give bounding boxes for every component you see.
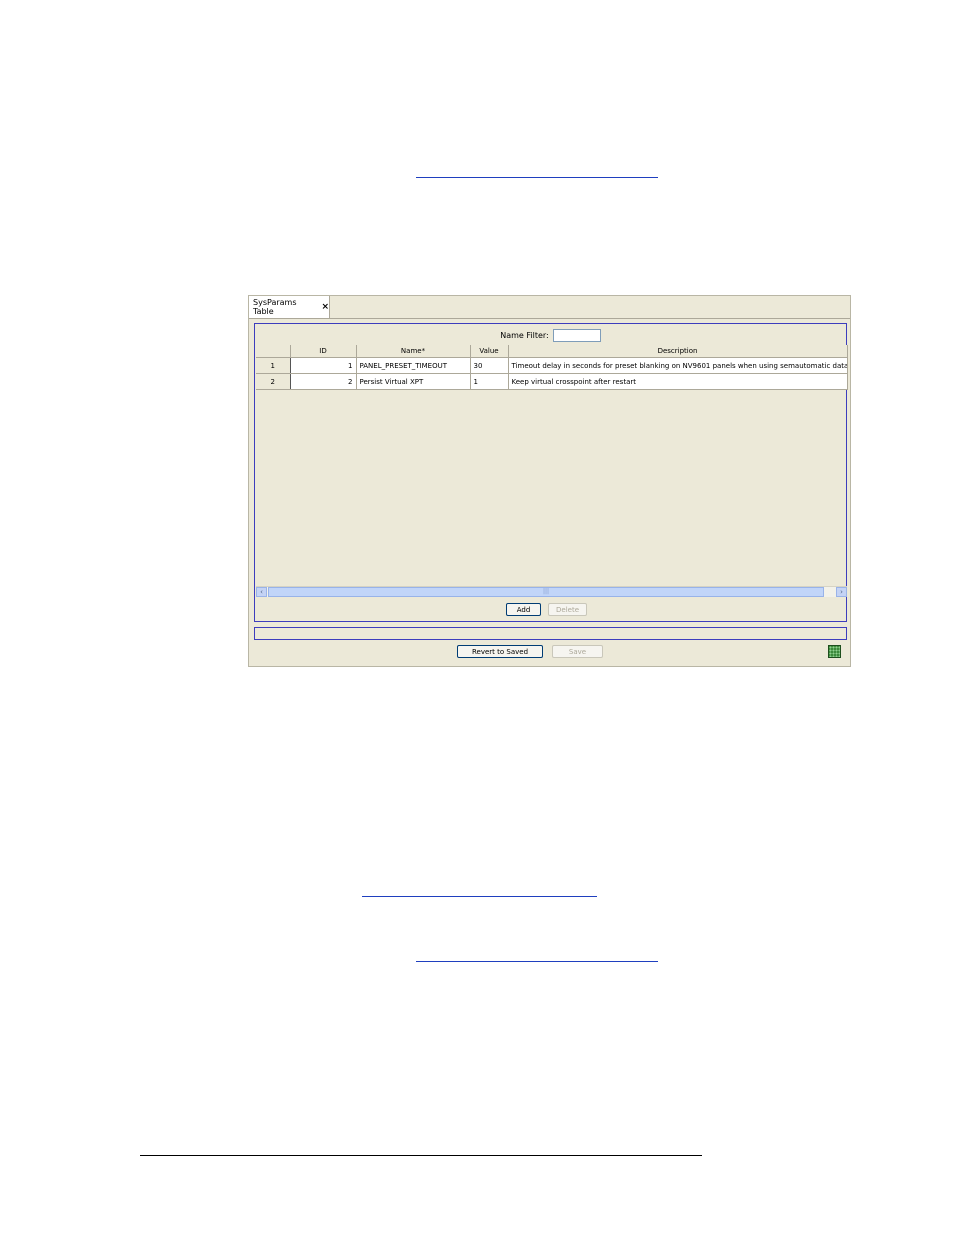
name-filter-input[interactable] xyxy=(552,328,601,342)
name-filter-row: Name Filter: xyxy=(255,327,846,343)
cell-name[interactable]: Persist Virtual XPT xyxy=(356,373,471,390)
scroll-right-icon[interactable]: › xyxy=(836,587,847,597)
cell-id[interactable]: 2 xyxy=(290,373,357,390)
table-row[interactable]: 1 1 PANEL_PRESET_TIMEOUT 30 Timeout dela… xyxy=(256,357,848,374)
delete-button[interactable]: Delete xyxy=(548,603,587,616)
column-header-name[interactable]: Name* xyxy=(356,345,471,358)
cell-description[interactable]: Timeout delay in seconds for preset blan… xyxy=(508,357,848,374)
tab-strip: SysParams Table × xyxy=(249,296,850,319)
table-panel: Name Filter: ID Name* Value Description xyxy=(254,323,848,622)
tab-label: SysParams Table xyxy=(253,298,297,316)
cell-name[interactable]: PANEL_PRESET_TIMEOUT xyxy=(356,357,471,374)
status-bar xyxy=(254,627,847,640)
table-header-row: ID Name* Value Description xyxy=(256,345,848,358)
scroll-left-icon[interactable]: ‹ xyxy=(256,587,267,597)
cell-value[interactable]: 1 xyxy=(470,373,509,390)
row-number[interactable]: 2 xyxy=(256,373,291,390)
row-number[interactable]: 1 xyxy=(256,357,291,374)
save-button[interactable]: Save xyxy=(552,645,603,658)
sysparams-window: SysParams Table × Name Filter: ID Name* xyxy=(248,295,851,667)
hyperlink-underline[interactable] xyxy=(416,961,658,962)
cell-value[interactable]: 30 xyxy=(470,357,509,374)
footer-rule xyxy=(140,1155,702,1156)
table-row[interactable]: 2 2 Persist Virtual XPT 1 Keep virtual c… xyxy=(256,373,848,390)
cell-id[interactable]: 1 xyxy=(290,357,357,374)
hyperlink-underline[interactable] xyxy=(362,896,597,897)
name-filter-label: Name Filter: xyxy=(500,330,549,340)
column-header-id[interactable]: ID xyxy=(290,345,357,358)
status-grid-icon xyxy=(828,645,841,658)
revert-to-saved-button[interactable]: Revert to Saved xyxy=(457,645,543,658)
sysparams-table: ID Name* Value Description 1 1 PANEL_PRE… xyxy=(256,345,848,390)
tab-sysparams-table[interactable]: SysParams Table × xyxy=(249,296,330,318)
close-icon[interactable]: × xyxy=(321,302,329,312)
column-header-rownum xyxy=(256,345,291,358)
scroll-thumb[interactable]: ||| xyxy=(268,587,824,597)
cell-description[interactable]: Keep virtual crosspoint after restart xyxy=(508,373,848,390)
column-header-value[interactable]: Value xyxy=(470,345,509,358)
add-button[interactable]: Add xyxy=(506,603,541,616)
column-header-description[interactable]: Description xyxy=(508,345,848,358)
horizontal-scrollbar[interactable]: ‹ ||| › xyxy=(256,586,847,597)
hyperlink-underline[interactable] xyxy=(416,177,658,178)
